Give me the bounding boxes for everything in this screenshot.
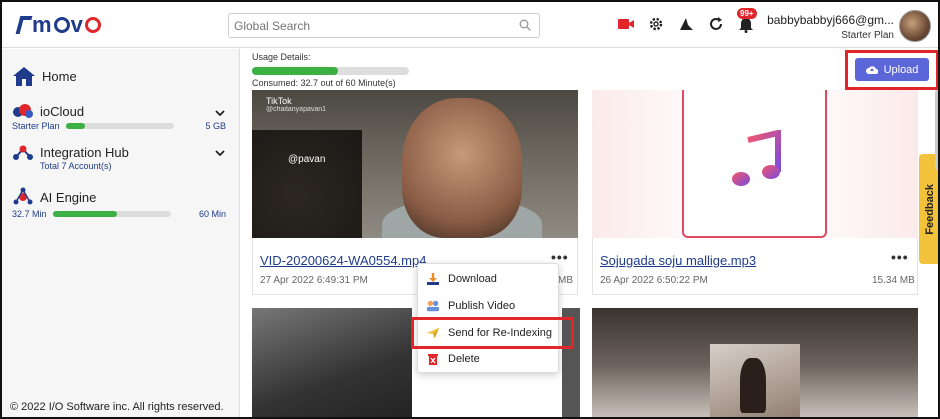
iocloud-plan: Starter Plan [12, 121, 60, 131]
user-plan: Starter Plan [841, 30, 894, 41]
iocloud-storage: 5 GB [205, 121, 226, 131]
iocloud-title: ioCloud [40, 103, 85, 119]
user-name: babbybabbyj666@gm... [767, 13, 894, 27]
ai-engine-bar [52, 211, 171, 217]
trash-icon [426, 352, 440, 366]
movo-logo[interactable]: mv [15, 12, 102, 38]
publish-icon [426, 299, 440, 313]
tiktok-handle: @chaitanyapavan1 [266, 106, 327, 113]
global-search [228, 13, 540, 38]
video-camera-icon[interactable] [616, 14, 636, 34]
gear-icon[interactable] [646, 14, 666, 34]
usage-fill [252, 67, 338, 75]
video-thumbnail[interactable]: TikTok @chaitanyapavan1 @pavan [252, 90, 578, 238]
usage-title: Usage Details: [252, 52, 311, 62]
header-icons [616, 14, 756, 34]
sidebar-item-home[interactable]: Home [12, 65, 77, 87]
ai-engine-title: AI Engine [40, 189, 97, 205]
logo-mark-icon [15, 16, 33, 34]
media-size: 15.34 MB [872, 275, 915, 286]
menu-item-publish-video[interactable]: Publish Video [418, 293, 560, 319]
notification-badge: 99+ [737, 8, 757, 19]
sidebar-item-ai-engine[interactable]: AI Engine 32.7 Min 60 Min [12, 187, 232, 219]
reindex-highlight [411, 317, 574, 349]
audio-thumbnail[interactable] [592, 90, 918, 238]
theme-toggle-icon[interactable] [676, 14, 696, 34]
media-title-link[interactable]: Sojugada soju mallige.mp3 [600, 253, 756, 268]
sidebar-item-iocloud[interactable]: ioCloud Starter Plan 5 GB [12, 103, 232, 132]
usage-details: Usage Details: Consumed: 32.7 out of 60 … [252, 52, 409, 88]
refresh-icon[interactable] [706, 14, 726, 34]
logo-m: m [32, 12, 53, 37]
integration-title: Integration Hub [40, 144, 129, 160]
tiktok-brand: TikTok [266, 96, 292, 106]
thumb-figure [740, 358, 766, 413]
iocloud-storage-fill [65, 123, 85, 129]
menu-item-label: Publish Video [448, 300, 516, 312]
app-window: mv 99+ babbybabbyj666@gm... [0, 0, 940, 419]
integration-icon [13, 145, 33, 160]
music-note-icon [732, 130, 781, 186]
logo-o2-icon [84, 17, 101, 33]
usage-bar [252, 67, 409, 75]
logo-v: v [70, 12, 84, 37]
menu-item-label: Download [448, 273, 497, 285]
media-date: 26 Apr 2022 6:50:22 PM [600, 275, 708, 286]
video-thumbnail[interactable] [592, 308, 918, 417]
iocloud-storage-bar [65, 123, 174, 129]
scrollbar[interactable] [935, 90, 938, 170]
media-date: 27 Apr 2022 6:49:31 PM [260, 275, 368, 286]
feedback-label: Feedback [924, 183, 936, 235]
media-size: MB [558, 275, 573, 286]
more-options-icon[interactable]: ••• [891, 249, 909, 265]
menu-item-download[interactable]: Download [418, 266, 560, 292]
usage-consumed: Consumed: 32.7 out of 60 Minute(s) [252, 78, 396, 88]
upload-button[interactable]: Upload [855, 58, 929, 81]
logo-o-icon [53, 17, 70, 33]
tiktok-overlay: TikTok @chaitanyapavan1 [266, 96, 326, 113]
chevron-down-icon[interactable] [214, 107, 226, 119]
sidebar-item-label: Home [42, 68, 77, 84]
ai-engine-fill [52, 211, 118, 217]
home-icon [13, 67, 35, 86]
feedback-tab[interactable]: Feedback [919, 154, 938, 264]
chevron-down-icon[interactable] [214, 147, 226, 159]
user-menu[interactable]: babbybabbyj666@gm... Starter Plan [766, 13, 894, 41]
search-input[interactable] [229, 14, 509, 37]
upload-label: Upload [883, 63, 919, 76]
video-thumbnail[interactable] [252, 308, 412, 417]
ai-engine-icon [13, 187, 33, 205]
thumb-shoulder [252, 130, 362, 238]
thumb-face [402, 98, 522, 238]
sidebar: Home ioCloud Starter Plan 5 GB Integrati… [2, 49, 240, 417]
integration-accounts: Total 7 Account(s) [40, 161, 112, 171]
footer-copyright: © 2022 I/O Software inc. All rights rese… [10, 401, 224, 413]
media-title-link[interactable]: VID-20200624-WA0554.mp4 [260, 253, 426, 268]
avatar[interactable] [899, 10, 931, 42]
menu-item-delete[interactable]: Delete [418, 346, 560, 372]
download-icon [426, 272, 440, 286]
cloud-upload-icon [865, 65, 878, 74]
cloud-icon [13, 104, 33, 118]
ai-engine-used: 32.7 Min [12, 209, 47, 219]
top-header: mv 99+ babbybabbyj666@gm... [2, 2, 938, 48]
ai-engine-total: 60 Min [198, 209, 226, 219]
search-icon[interactable] [519, 19, 531, 31]
video-overlay-text: @pavan [288, 154, 326, 165]
menu-item-label: Delete [448, 353, 480, 365]
audio-frame [682, 90, 827, 238]
sidebar-item-integration-hub[interactable]: Integration Hub Total 7 Account(s) [12, 143, 232, 171]
